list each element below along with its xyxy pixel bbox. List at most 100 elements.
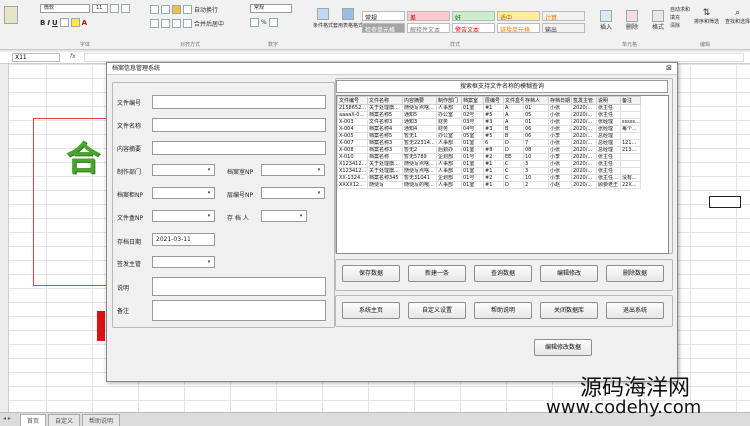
action-button[interactable]: 查询数据 (474, 265, 532, 282)
cell-style-option[interactable]: 适中 (497, 11, 540, 21)
comma-icon[interactable] (268, 18, 278, 27)
sheet-tab[interactable]: 自定义 (48, 414, 81, 426)
action-button[interactable]: 删除数据 (606, 265, 664, 282)
autosum-button[interactable]: 自动求和 (670, 6, 690, 13)
leader-select[interactable]: ▾ (152, 256, 215, 268)
table-row[interactable]: XXXX12... 随便写 随便写的哦... 人事部 01室 #1 D 2 小赵 2020/...… (337, 181, 669, 189)
selected-cell[interactable] (709, 196, 741, 208)
file-name-field[interactable] (152, 118, 326, 132)
paste-group[interactable] (4, 6, 18, 24)
nav-button[interactable]: 自定义设置 (408, 302, 466, 319)
cell-style-option[interactable]: 链接单元格 (497, 23, 540, 33)
sheet-tab[interactable]: 首页 (20, 414, 47, 426)
search-input[interactable]: 搜索框支持文件名称的模糊查询 (336, 80, 668, 93)
italic-icon[interactable]: I (47, 19, 50, 27)
file-no-field[interactable] (152, 95, 326, 109)
summary-field[interactable] (152, 141, 326, 155)
remark-field[interactable] (152, 300, 326, 321)
cell-style-option[interactable]: 输出 (542, 23, 585, 33)
formula-input[interactable] (84, 53, 744, 62)
action-button[interactable]: 编辑修改 (540, 265, 598, 282)
cell-style-option[interactable]: 解释性文本 (407, 23, 450, 33)
paste-icon[interactable] (4, 6, 18, 24)
table-row[interactable]: X-005 档案名称5 暂无1 办公室 05室 #5 B 06 小李 2020/... 总经理 (337, 132, 669, 140)
shelf-select[interactable]: ▾ (152, 187, 215, 199)
align-middle-icon[interactable] (161, 5, 170, 14)
column-header[interactable]: 签发主管 (571, 96, 597, 105)
table-row[interactable]: X-010 档案名称 暂无5789 企划部 01号 #2 EE 10 小李 2020/... 张主任 (337, 153, 669, 161)
align-bottom-icon[interactable] (172, 5, 181, 14)
table-row[interactable]: X123412... 关于处理旗... 随便写点啥... 人事部 01室 #1 C 3 小张 20… (337, 167, 669, 175)
column-header[interactable]: 制作部门 (436, 96, 462, 105)
close-icon[interactable]: ⊠ (663, 64, 675, 73)
column-header[interactable]: 文件盒号 (503, 96, 524, 105)
cabinet-select[interactable]: ▾ (261, 164, 325, 176)
cell-style-option[interactable]: 检查单元格 (362, 23, 405, 33)
table-row[interactable]: aaaaX-0... 档案名称5 通知5 办公室 02号 #5 A 05 小张 2020/... 张… (337, 111, 669, 119)
cell-style-option[interactable]: 常规 (362, 11, 405, 21)
shrink-font-icon[interactable] (121, 4, 130, 13)
align-left-icon[interactable] (150, 19, 159, 28)
clear-button[interactable]: 清除 (670, 22, 680, 29)
fx-icon[interactable]: fx (70, 53, 76, 60)
wrap-text-button[interactable]: 自动换行 (194, 5, 218, 14)
sort-filter-button[interactable]: ⇅ 排序和筛选 (694, 8, 719, 25)
cell-style-option[interactable]: 好 (452, 11, 495, 21)
keeper-select[interactable]: ▾ (261, 210, 307, 222)
cell-style-option[interactable]: 计算 (542, 11, 585, 21)
column-header[interactable]: 档案室 (461, 96, 484, 105)
column-header[interactable]: 文件名称 (367, 96, 403, 105)
font-size-select[interactable]: 11 (92, 4, 108, 13)
align-right-icon[interactable] (172, 19, 181, 28)
table-row[interactable]: X-007 档案名称3 暂无22314... 人事部 01室 6 D 7 小张 2020/... 总… (337, 139, 669, 147)
table-row[interactable]: X123412... 关于处理旗... 随便写点啥... 人事部 01室 #1 C 3 小张 20… (337, 160, 669, 168)
border-icon[interactable] (59, 18, 69, 27)
box-select[interactable]: ▾ (152, 210, 215, 222)
note-field[interactable] (152, 277, 326, 296)
table-format-button[interactable]: 套用表格格式 (333, 8, 363, 29)
date-field[interactable]: 2021-03-11 (152, 233, 215, 246)
column-header[interactable]: 内容摘要 (402, 96, 437, 105)
name-box[interactable]: X11 (12, 53, 60, 62)
table-row[interactable]: X-008 档案名称3 暂无2 后勤办 01室 #8 D 08 小张 2020/... 总经理 213… (337, 146, 669, 154)
column-header[interactable]: 文件编号 (337, 96, 368, 105)
sheet-tab[interactable]: 帮助说明 (82, 414, 121, 426)
underline-icon[interactable]: U (52, 19, 58, 27)
dept-select[interactable]: ▾ (152, 164, 215, 176)
nav-button[interactable]: 关闭数据库 (540, 302, 598, 319)
column-header[interactable]: 备注 (620, 96, 641, 105)
cell-style-option[interactable]: 警告文本 (452, 23, 495, 33)
tab-nav-icon[interactable]: ◂ ▸ (3, 415, 11, 422)
column-header[interactable]: 层编号 (483, 96, 504, 105)
percent-button[interactable]: % (261, 19, 267, 26)
table-row[interactable]: 2158652... 关于处理旗... 随便写点啥... 人事部 01室 #1 A 01 小张 2… (337, 104, 669, 112)
nav-button[interactable]: 系统主页 (342, 302, 400, 319)
font-color-icon[interactable]: A (82, 19, 87, 27)
orientation-icon[interactable] (183, 5, 192, 14)
font-name-select[interactable]: 微软 (40, 4, 90, 13)
cell-style-option[interactable]: 差 (407, 11, 450, 21)
delete-button[interactable]: 删除 (626, 10, 638, 31)
number-format-select[interactable]: 常规 (250, 4, 292, 13)
column-header[interactable]: 说明 (596, 96, 621, 105)
currency-icon[interactable] (250, 18, 259, 27)
column-header[interactable]: 存档人 (523, 96, 549, 105)
indent-icon[interactable] (183, 19, 192, 28)
merge-center-button[interactable]: 合并后居中 (194, 19, 224, 28)
layer-select[interactable]: ▾ (261, 187, 325, 199)
table-row[interactable]: X-003 文件名称3 通知3 财务 03号 #3 A 01 小张 2020/... 张经理 ssss… (337, 118, 669, 126)
table-row[interactable]: X-004 档案名称4 通知4 财务 04号 #3 B 06 小张 2020/... 张经理 每个..… (337, 125, 669, 133)
align-center-icon[interactable] (161, 19, 170, 28)
fill-button[interactable]: 填充 (670, 14, 680, 21)
edit-data-button[interactable]: 编辑修改数据 (534, 339, 592, 356)
insert-button[interactable]: 插入 (600, 10, 612, 31)
format-button[interactable]: 格式 (652, 10, 664, 31)
records-table[interactable]: 文件编号 文件名称 内容摘要 制作部门 档案室 层编号 文件盒号 存档人 存档日期 签发主管 说明备… (336, 95, 669, 254)
bold-icon[interactable]: B (40, 19, 45, 27)
nav-button[interactable]: 帮助说明 (474, 302, 532, 319)
grow-font-icon[interactable] (110, 4, 119, 13)
nav-button[interactable]: 退出系统 (606, 302, 664, 319)
column-header[interactable]: 存档日期 (548, 96, 572, 105)
table-row[interactable]: XX-1324... 档案名称345 暂无31041 企划部 01号 #2 C 10 小李 202… (337, 174, 669, 182)
align-top-icon[interactable] (150, 5, 159, 14)
